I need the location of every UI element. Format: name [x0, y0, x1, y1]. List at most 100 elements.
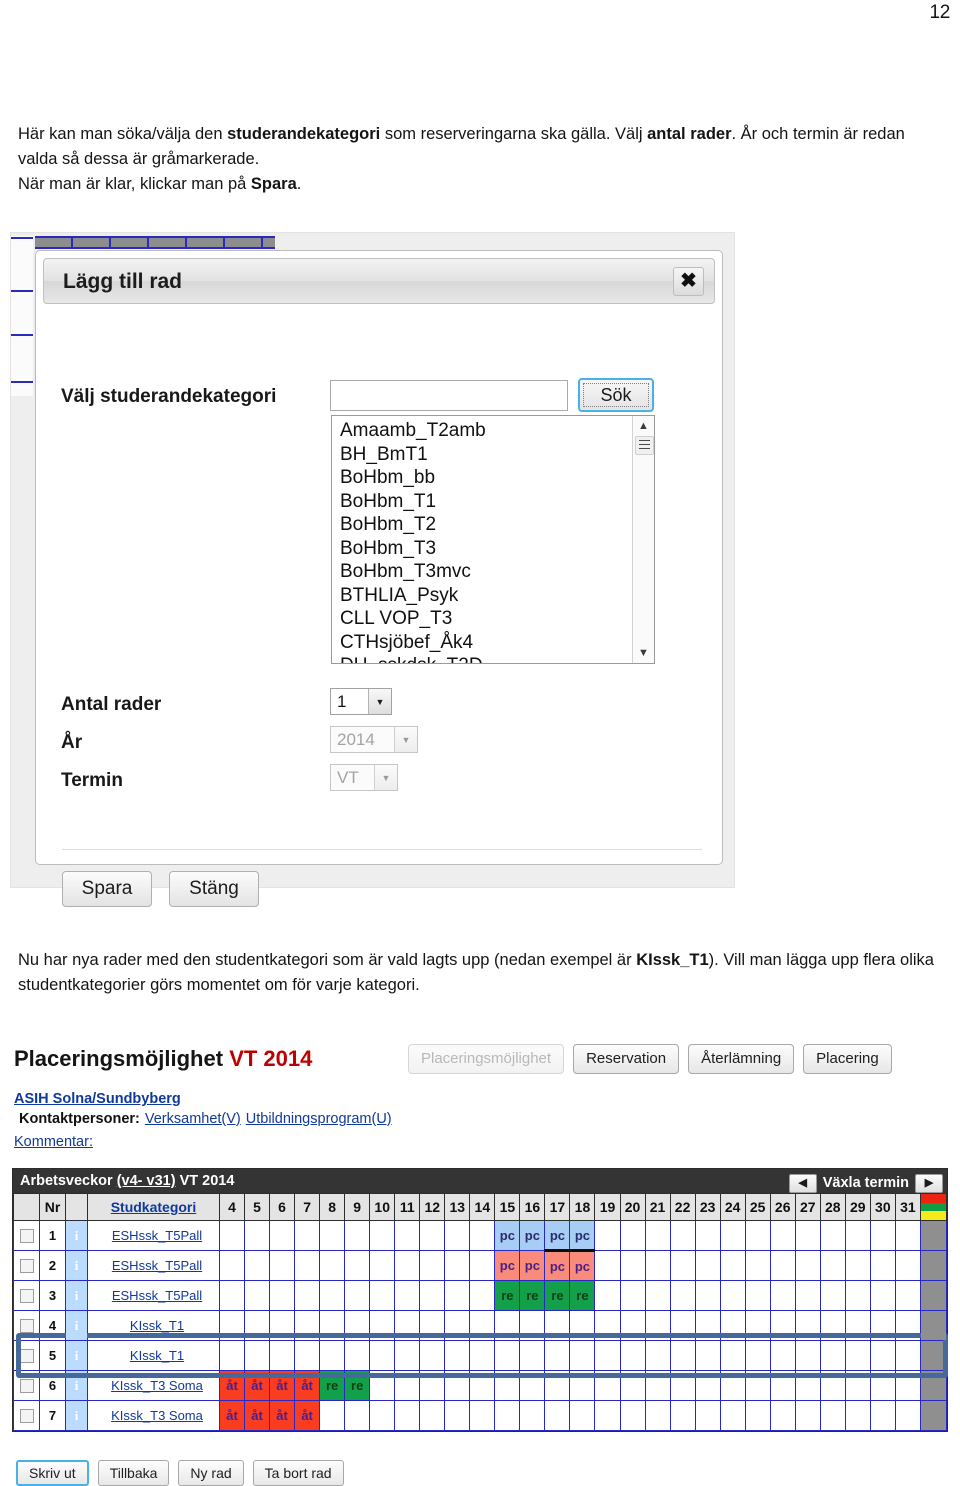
week-cell-23[interactable]	[694, 1250, 721, 1281]
week-cell-31[interactable]	[894, 1250, 922, 1281]
week-cell-26[interactable]	[769, 1220, 796, 1251]
week-cell-22[interactable]	[669, 1280, 696, 1311]
week-cell-19[interactable]	[594, 1370, 621, 1401]
week-cell-14[interactable]	[469, 1250, 496, 1281]
week-cell-24[interactable]	[719, 1370, 746, 1401]
week-cell-29[interactable]	[844, 1370, 871, 1401]
week-cell-4[interactable]	[218, 1340, 246, 1371]
week-cell-25[interactable]	[744, 1220, 771, 1251]
week-cell-9[interactable]	[344, 1400, 371, 1431]
week-cell-13[interactable]	[444, 1400, 471, 1431]
week-cell-31[interactable]	[894, 1310, 922, 1341]
week-cell-9-re[interactable]: re	[344, 1370, 371, 1401]
print-button[interactable]: Skriv ut	[16, 1460, 89, 1486]
week-cell-22[interactable]	[669, 1400, 696, 1431]
scroll-down-icon[interactable]: ▼	[633, 645, 654, 661]
list-item[interactable]: BoHbm_T1	[332, 490, 654, 514]
week-cell-25[interactable]	[744, 1280, 771, 1311]
next-term-icon[interactable]: ▶	[915, 1173, 943, 1193]
week-cell-28[interactable]	[819, 1310, 846, 1341]
week-cell-4-åt[interactable]: åt	[218, 1370, 246, 1401]
category-search-input[interactable]	[330, 380, 568, 411]
week-cell-23[interactable]	[694, 1400, 721, 1431]
week-cell-14[interactable]	[469, 1400, 496, 1431]
row-category-link[interactable]: ESHssk_T5Pall	[87, 1250, 220, 1281]
week-cell-23[interactable]	[694, 1280, 721, 1311]
week-cell-12[interactable]	[419, 1220, 446, 1251]
row-category-link[interactable]: KIssk_T1	[87, 1340, 220, 1371]
week-cell-20[interactable]	[619, 1400, 646, 1431]
week-cell-30[interactable]	[869, 1370, 896, 1401]
week-cell-5[interactable]	[244, 1250, 271, 1281]
week-cell-27[interactable]	[794, 1250, 821, 1281]
week-cell-6-åt[interactable]: åt	[269, 1370, 296, 1401]
week-cell-28[interactable]	[819, 1370, 846, 1401]
week-cell-26[interactable]	[769, 1280, 796, 1311]
week-cell-9[interactable]	[344, 1340, 371, 1371]
row-checkbox[interactable]	[13, 1250, 40, 1281]
week-cell-16-pc[interactable]: pc	[519, 1250, 546, 1281]
week-cell-12[interactable]	[419, 1310, 446, 1341]
week-cell-13[interactable]	[444, 1220, 471, 1251]
list-item[interactable]: DU_sskdsk_T2D	[332, 654, 654, 663]
week-cell-15-pc[interactable]: pc	[494, 1220, 521, 1251]
week-cell-19[interactable]	[594, 1400, 621, 1431]
week-cell-25[interactable]	[744, 1340, 771, 1371]
comment-link[interactable]: Kommentar:	[14, 1134, 93, 1150]
row-category-link[interactable]: KIssk_T1	[87, 1310, 220, 1341]
close-icon[interactable]: ✖	[673, 267, 704, 296]
week-cell-27[interactable]	[794, 1370, 821, 1401]
week-cell-26[interactable]	[769, 1250, 796, 1281]
week-cell-23[interactable]	[694, 1220, 721, 1251]
prev-term-icon[interactable]: ◀	[788, 1173, 817, 1193]
week-cell-9[interactable]	[344, 1310, 371, 1341]
row-info-cell[interactable]: i	[65, 1370, 88, 1401]
week-cell-17-pc[interactable]: pc	[544, 1220, 571, 1251]
row-category-link[interactable]: KIssk_T3 Soma	[87, 1370, 220, 1401]
week-cell-22[interactable]	[669, 1370, 696, 1401]
tab-placeringsmojlighet[interactable]: Placeringsmöjlighet	[408, 1044, 565, 1074]
row-checkbox[interactable]	[13, 1280, 40, 1311]
table-row[interactable]: 7 i KIssk_T3 Soma åt åt åt åt	[13, 1400, 947, 1431]
week-cell-8[interactable]	[319, 1310, 346, 1341]
week-cell-23[interactable]	[694, 1340, 721, 1371]
week-cell-10[interactable]	[369, 1400, 396, 1431]
week-cell-15[interactable]	[494, 1370, 521, 1401]
week-cell-17-re[interactable]: re	[544, 1280, 571, 1311]
week-cell-21[interactable]	[644, 1220, 671, 1251]
week-cell-20[interactable]	[619, 1340, 646, 1371]
week-cell-25[interactable]	[744, 1250, 771, 1281]
week-cell-5[interactable]	[244, 1220, 271, 1251]
week-cell-6[interactable]	[269, 1310, 296, 1341]
week-cell-11[interactable]	[394, 1340, 421, 1371]
week-cell-14[interactable]	[469, 1280, 496, 1311]
table-row[interactable]: 1 i ESHssk_T5Pall pc pc pc pc	[13, 1220, 947, 1251]
list-item[interactable]: BoHbm_bb	[332, 466, 654, 490]
week-cell-16[interactable]	[519, 1370, 546, 1401]
week-cell-7[interactable]	[294, 1310, 321, 1341]
week-cell-10[interactable]	[369, 1220, 396, 1251]
week-cell-29[interactable]	[844, 1310, 871, 1341]
week-cell-20[interactable]	[619, 1310, 646, 1341]
search-button[interactable]: Sök	[578, 378, 654, 412]
week-cell-4[interactable]	[218, 1310, 246, 1341]
checkbox-icon[interactable]	[19, 1379, 34, 1394]
row-info-cell[interactable]: i	[65, 1400, 88, 1431]
week-cell-20[interactable]	[619, 1280, 646, 1311]
week-cell-5-åt[interactable]: åt	[244, 1370, 271, 1401]
week-cell-28[interactable]	[819, 1220, 846, 1251]
week-cell-16-re[interactable]: re	[519, 1280, 546, 1311]
week-cell-21[interactable]	[644, 1280, 671, 1311]
tab-aterlamning[interactable]: Återlämning	[688, 1044, 795, 1074]
week-cell-5[interactable]	[244, 1280, 271, 1311]
week-cell-26[interactable]	[769, 1400, 796, 1431]
row-checkbox[interactable]	[13, 1220, 40, 1251]
header-category-link[interactable]: Studkategori	[111, 1199, 197, 1215]
scroll-up-icon[interactable]: ▲	[633, 418, 654, 434]
close-button[interactable]: Stäng	[169, 871, 259, 907]
week-cell-18-re[interactable]: re	[569, 1280, 596, 1311]
table-row[interactable]: 4 i KIssk_T1	[13, 1310, 948, 1379]
week-cell-4[interactable]	[218, 1250, 246, 1281]
week-cell-25[interactable]	[744, 1400, 771, 1431]
listbox-scrollbar[interactable]: ▲ ▼	[632, 416, 654, 663]
